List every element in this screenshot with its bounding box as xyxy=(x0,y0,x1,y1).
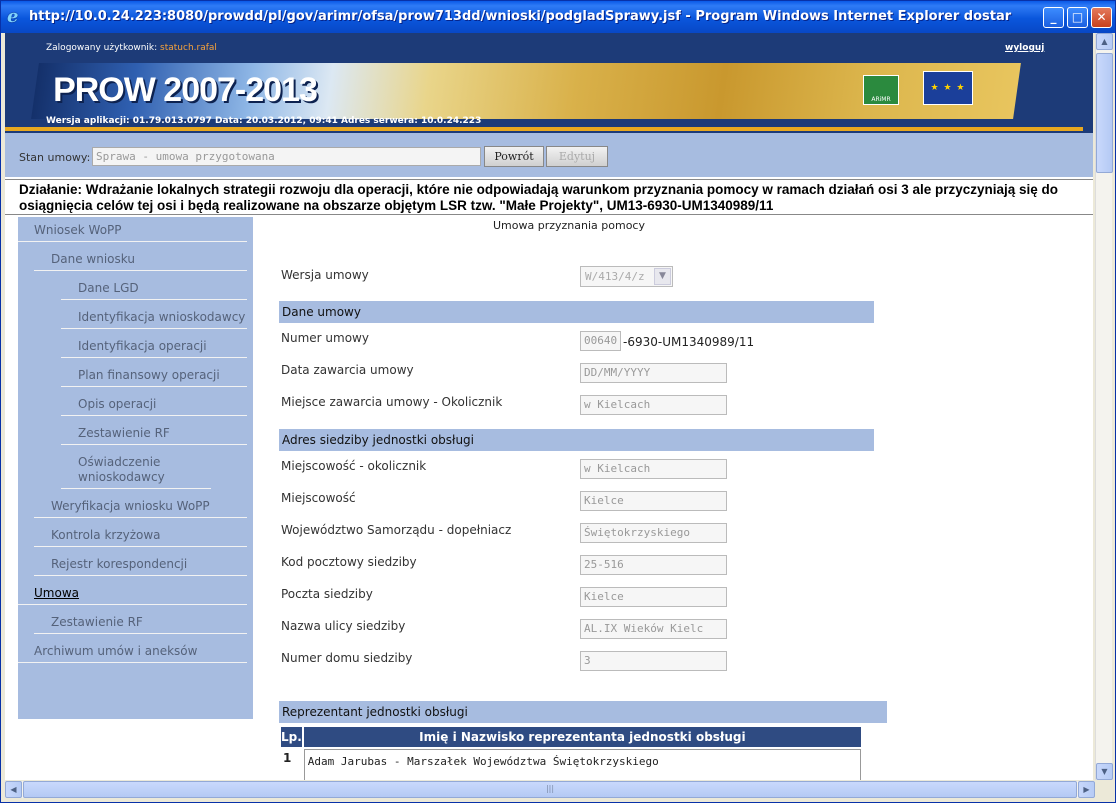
close-button[interactable]: ✕ xyxy=(1091,7,1112,28)
address-label-5: Poczta siedziby xyxy=(281,587,373,601)
eu-flag-icon: ★ ★ ★ xyxy=(923,71,973,105)
vertical-scroll-thumb[interactable] xyxy=(1096,53,1113,173)
chevron-down-icon[interactable]: ▼ xyxy=(654,268,671,285)
nav-item-opis-operacji[interactable]: Opis operacji xyxy=(61,391,247,416)
nav-item-plan-finansowy[interactable]: Plan finansowy operacji xyxy=(61,362,247,387)
vertical-scrollbar[interactable]: ▲ ▼ xyxy=(1095,33,1113,780)
user-label: Zalogowany użytkownik: xyxy=(46,43,158,53)
row-lp: 1 xyxy=(283,751,292,765)
maximize-button[interactable]: □ xyxy=(1067,7,1088,28)
address-label-2: Miejscowość xyxy=(281,491,356,505)
version-label: Wersja umowy xyxy=(281,268,369,282)
contract-number-suffix: -6930-UM1340989/11 xyxy=(623,335,755,349)
nav-item-identyfikacja-operacji[interactable]: Identyfikacja operacji xyxy=(61,333,247,358)
scroll-up-icon[interactable]: ▲ xyxy=(1096,33,1113,50)
nav-item-zestawienie-rf-1[interactable]: Zestawienie RF xyxy=(61,420,247,445)
row-name: Adam Jarubas - Marszałek Województwa Świ… xyxy=(303,749,861,780)
state-field: Sprawa - umowa przygotowana xyxy=(92,147,481,166)
address-label-3: Województwo Samorządu - dopełniacz xyxy=(281,523,512,537)
browser-window: e http://10.0.24.223:8080/prowdd/pl/gov/… xyxy=(0,0,1116,803)
address-input-2: Kielce xyxy=(580,491,727,511)
logout-link[interactable]: wyloguj xyxy=(1005,43,1044,53)
address-input-1: w Kielcach xyxy=(580,459,727,479)
nav-item-weryfikacja[interactable]: Weryfikacja wniosku WoPP xyxy=(34,493,247,518)
place-label: Miejsce zawarcia umowy - Okolicznik xyxy=(281,395,503,409)
address-label-4: Kod pocztowy siedziby xyxy=(281,555,417,569)
minimize-button[interactable]: _ xyxy=(1043,7,1064,28)
title-bar: e http://10.0.24.223:8080/prowdd/pl/gov/… xyxy=(1,1,1115,33)
nav-item-identyfikacja-wnioskodawcy[interactable]: Identyfikacja wnioskodawcy xyxy=(61,304,247,329)
address-input-7: 3 xyxy=(580,651,727,671)
address-input-6: AL.IX Wieków Kielc xyxy=(580,619,727,639)
nav-item-wniosek-wopp[interactable]: Wniosek WoPP xyxy=(18,217,247,242)
nav-item-umowa[interactable]: Umowa xyxy=(18,580,247,605)
window-title: http://10.0.24.223:8080/prowdd/pl/gov/ar… xyxy=(29,9,1012,24)
nav-item-kontrola-krzyzowa[interactable]: Kontrola krzyżowa xyxy=(34,522,247,547)
divider xyxy=(5,127,1083,131)
main-panel: Umowa przyznania pomocy Wersja umowy W/4… xyxy=(267,217,1093,780)
address-label-1: Miejscowość - okolicznik xyxy=(281,459,427,473)
scroll-down-icon[interactable]: ▼ xyxy=(1096,763,1113,780)
page-title: Umowa przyznania pomocy xyxy=(493,219,645,232)
contract-number-input: 00640 xyxy=(580,331,621,351)
nav-item-zestawienie-rf-2[interactable]: Zestawienie RF xyxy=(34,609,247,634)
logged-user-info: Zalogowany użytkownik: statuch.rafal xyxy=(46,43,217,53)
state-bar: Stan umowy: Sprawa - umowa przygotowana … xyxy=(5,133,1093,177)
side-nav: Wniosek WoPP Dane wniosku Dane LGD Ident… xyxy=(18,217,253,719)
address-input-5: Kielce xyxy=(580,587,727,607)
nav-item-dane-wniosku[interactable]: Dane wniosku xyxy=(34,246,247,271)
ie-logo-icon: e xyxy=(7,6,19,27)
version-info: Wersja aplikacji: 01.79.013.0797 Data: 2… xyxy=(46,116,482,126)
nav-item-archiwum[interactable]: Archiwum umów i aneksów xyxy=(18,638,247,663)
version-value: W/413/4/z xyxy=(585,270,645,283)
section-contract-header: Dane umowy xyxy=(279,301,874,323)
state-label: Stan umowy: xyxy=(19,151,91,164)
date-label: Data zawarcia umowy xyxy=(281,363,414,377)
col-header-name: Imię i Nazwisko reprezentanta jednostki … xyxy=(303,727,861,747)
address-label-6: Nazwa ulicy siedziby xyxy=(281,619,406,633)
address-label-7: Numer domu siedziby xyxy=(281,651,413,665)
date-input: DD/MM/YYYY xyxy=(580,363,727,383)
horizontal-scroll-thumb[interactable]: ||| xyxy=(23,781,1077,798)
address-input-4: 25-516 xyxy=(580,555,727,575)
nav-item-rejestr[interactable]: Rejestr korespondencji xyxy=(34,551,247,576)
user-name: statuch.rafal xyxy=(160,43,217,53)
app-header: Zalogowany użytkownik: statuch.rafal wyl… xyxy=(5,33,1093,133)
banner-title: PROW 2007-2013 xyxy=(53,71,317,109)
col-header-lp: Lp. xyxy=(281,727,302,747)
table-row: 1 Adam Jarubas - Marszałek Województwa Ś… xyxy=(281,749,861,780)
horizontal-scrollbar[interactable]: ◀ ||| ▶ xyxy=(5,781,1095,798)
version-select[interactable]: W/413/4/z ▼ xyxy=(580,266,673,287)
nav-item-oswiadczenie[interactable]: Oświadczenie wnioskodawcy xyxy=(61,449,211,489)
page-content: Zalogowany użytkownik: statuch.rafal wyl… xyxy=(5,33,1093,780)
section-address-header: Adres siedziby jednostki obsługi xyxy=(279,429,874,451)
action-description: Działanie: Wdrażanie lokalnych strategii… xyxy=(5,179,1093,215)
edit-button: Edytuj xyxy=(546,146,608,167)
section-representative-header: Reprezentant jednostki obsługi xyxy=(279,701,887,723)
nav-item-dane-lgd[interactable]: Dane LGD xyxy=(61,275,247,300)
arimr-logo: ARiMR xyxy=(863,75,899,105)
contract-number-label: Numer umowy xyxy=(281,331,369,345)
address-input-3: Świętokrzyskiego xyxy=(580,523,727,543)
scroll-left-icon[interactable]: ◀ xyxy=(5,781,22,798)
representatives-table: Lp. Imię i Nazwisko reprezentanta jednos… xyxy=(279,725,863,780)
scroll-right-icon[interactable]: ▶ xyxy=(1078,781,1095,798)
place-input: w Kielcach xyxy=(580,395,727,415)
back-button[interactable]: Powrót xyxy=(484,146,544,167)
